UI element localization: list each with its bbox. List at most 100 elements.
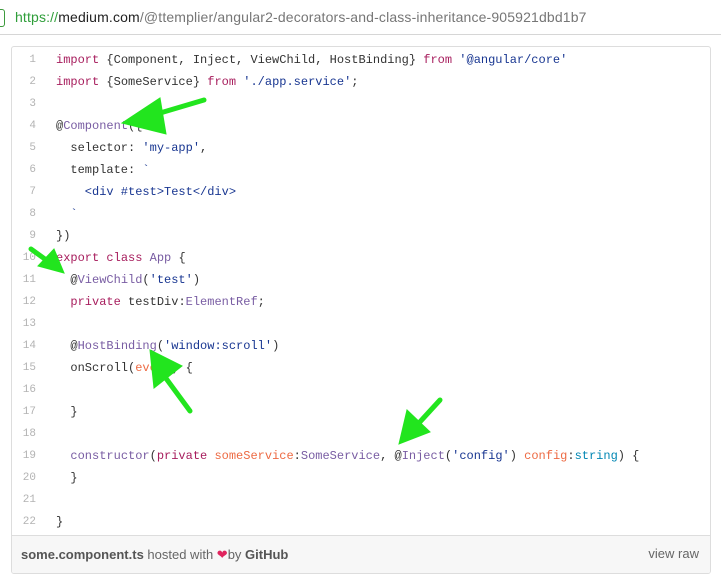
code-token: } (56, 405, 78, 419)
code-token: ; (351, 75, 359, 89)
code-token: private (70, 295, 121, 309)
code-token: , @ (380, 449, 402, 463)
code-token: <div #test>Test</div> (56, 185, 237, 199)
code-token: ( (156, 339, 165, 353)
code-line: 1 import {Component, Inject, ViewChild, H… (12, 49, 710, 71)
line-code: <div #test>Test</div> (56, 181, 236, 203)
line-number: 21 (22, 494, 36, 506)
line-code: export class App { (56, 247, 186, 269)
code-token: SomeService (300, 449, 381, 463)
line-code: @Component({ (56, 115, 142, 137)
code-token: Component (63, 119, 129, 133)
code-token: : (567, 449, 575, 463)
code-token: ViewChild (77, 273, 143, 287)
code-line: 3 (12, 93, 710, 115)
line-number: 11 (22, 274, 36, 286)
line-code: private testDiv:ElementRef; (56, 291, 264, 313)
line-code: } (56, 401, 78, 423)
code-token: import (56, 75, 100, 89)
code-token: ` (142, 163, 150, 177)
code-line: 10 export class App { (12, 247, 710, 269)
url-scheme: https:// (15, 9, 59, 25)
code-token: HostBinding (77, 339, 157, 353)
gist-embed: 1 import {Component, Inject, ViewChild, H… (11, 46, 711, 574)
code-token: ({ (128, 119, 143, 133)
code-token: template: (56, 163, 143, 177)
line-number: 4 (29, 120, 36, 132)
line-number: 10 (22, 252, 36, 264)
code-token: testDiv: (120, 295, 186, 309)
url-path: /@ttemplier/angular2-decorators-and-clas… (139, 9, 587, 25)
code-token: someService (214, 449, 294, 463)
line-number: 22 (22, 516, 36, 528)
gist-filename-link[interactable]: some.component.ts (21, 547, 144, 562)
code-line: 7 <div #test>Test</div> (12, 181, 710, 203)
code-token: }) (56, 229, 71, 243)
heart-icon: ❤ (216, 547, 228, 562)
code-line: 11 @ViewChild('test') (12, 269, 710, 291)
code-line: 21 (12, 489, 710, 511)
line-code: import {Component, Inject, ViewChild, Ho… (56, 49, 567, 71)
code-token: 'window:scroll' (164, 339, 273, 353)
line-number: 17 (22, 406, 36, 418)
code-token: string (574, 449, 618, 463)
line-code: @ViewChild('test') (56, 269, 200, 291)
code-token: class (106, 251, 143, 265)
code-line: 9}) (12, 225, 710, 247)
view-raw-link[interactable]: view raw (648, 546, 699, 561)
code-token: @ (56, 273, 78, 287)
code-token: } (56, 471, 78, 485)
url-host: medium.com (58, 9, 140, 25)
url-text[interactable]: https://medium.com/@ttemplier/angular2-d… (15, 9, 587, 25)
code-line: 17 } (12, 401, 710, 423)
code-line: 18 (12, 423, 710, 445)
line-code: onScroll(event) { (56, 357, 192, 379)
line-code: template: ` (56, 159, 150, 181)
line-code: } (56, 511, 63, 533)
by-text: by (227, 547, 246, 562)
code-token: : (293, 449, 301, 463)
line-code: }) (56, 225, 70, 247)
line-number: 6 (29, 164, 36, 176)
code-token: '@angular/core' (459, 53, 568, 67)
code-token: config (524, 449, 568, 463)
code-token: 'my-app' (142, 141, 201, 155)
code-token: private (156, 449, 208, 463)
line-number: 14 (22, 340, 36, 352)
line-number: 8 (29, 208, 36, 220)
line-number: 1 (29, 54, 36, 66)
code-token: 'test' (149, 273, 193, 287)
code-token: from (207, 75, 237, 89)
code-token: { (171, 251, 186, 265)
code-line: 2 import {SomeService} from './app.servic… (12, 71, 710, 93)
line-code: import {SomeService} from './app.service… (56, 71, 359, 93)
code-token: {Component, Inject, ViewChild, HostBindi… (99, 53, 424, 67)
code-token: ) (192, 273, 201, 287)
code-token: ) (509, 449, 525, 463)
code-line: 8 ` (12, 203, 710, 225)
line-number: 2 (29, 76, 36, 88)
code-token: {SomeService} (99, 75, 208, 89)
code-token: './app.service' (243, 75, 352, 89)
code-token: import (56, 53, 100, 67)
code-token: onScroll( (56, 361, 136, 375)
address-bar[interactable]: https://medium.com/@ttemplier/angular2-d… (0, 0, 721, 35)
code-line: 5 selector: 'my-app', (12, 137, 710, 159)
code-token: ElementRef (185, 295, 258, 309)
line-number: 18 (22, 428, 36, 440)
line-number: 13 (22, 318, 36, 330)
line-number: 19 (22, 450, 36, 462)
code-line: 6 template: ` (12, 159, 710, 181)
code-token: ( (142, 273, 150, 287)
code-line: 12 private testDiv:ElementRef; (12, 291, 710, 313)
code-token: event (135, 361, 172, 375)
code-line: 19 constructor(private someService:SomeS… (12, 445, 710, 467)
line-number: 15 (22, 362, 36, 374)
line-number: 3 (29, 98, 36, 110)
line-code: ` (56, 203, 77, 225)
github-link[interactable]: GitHub (245, 547, 288, 562)
code-block: 1 import {Component, Inject, ViewChild, H… (12, 49, 710, 533)
line-number: 5 (29, 142, 36, 154)
secure-lock-icon (0, 9, 5, 27)
